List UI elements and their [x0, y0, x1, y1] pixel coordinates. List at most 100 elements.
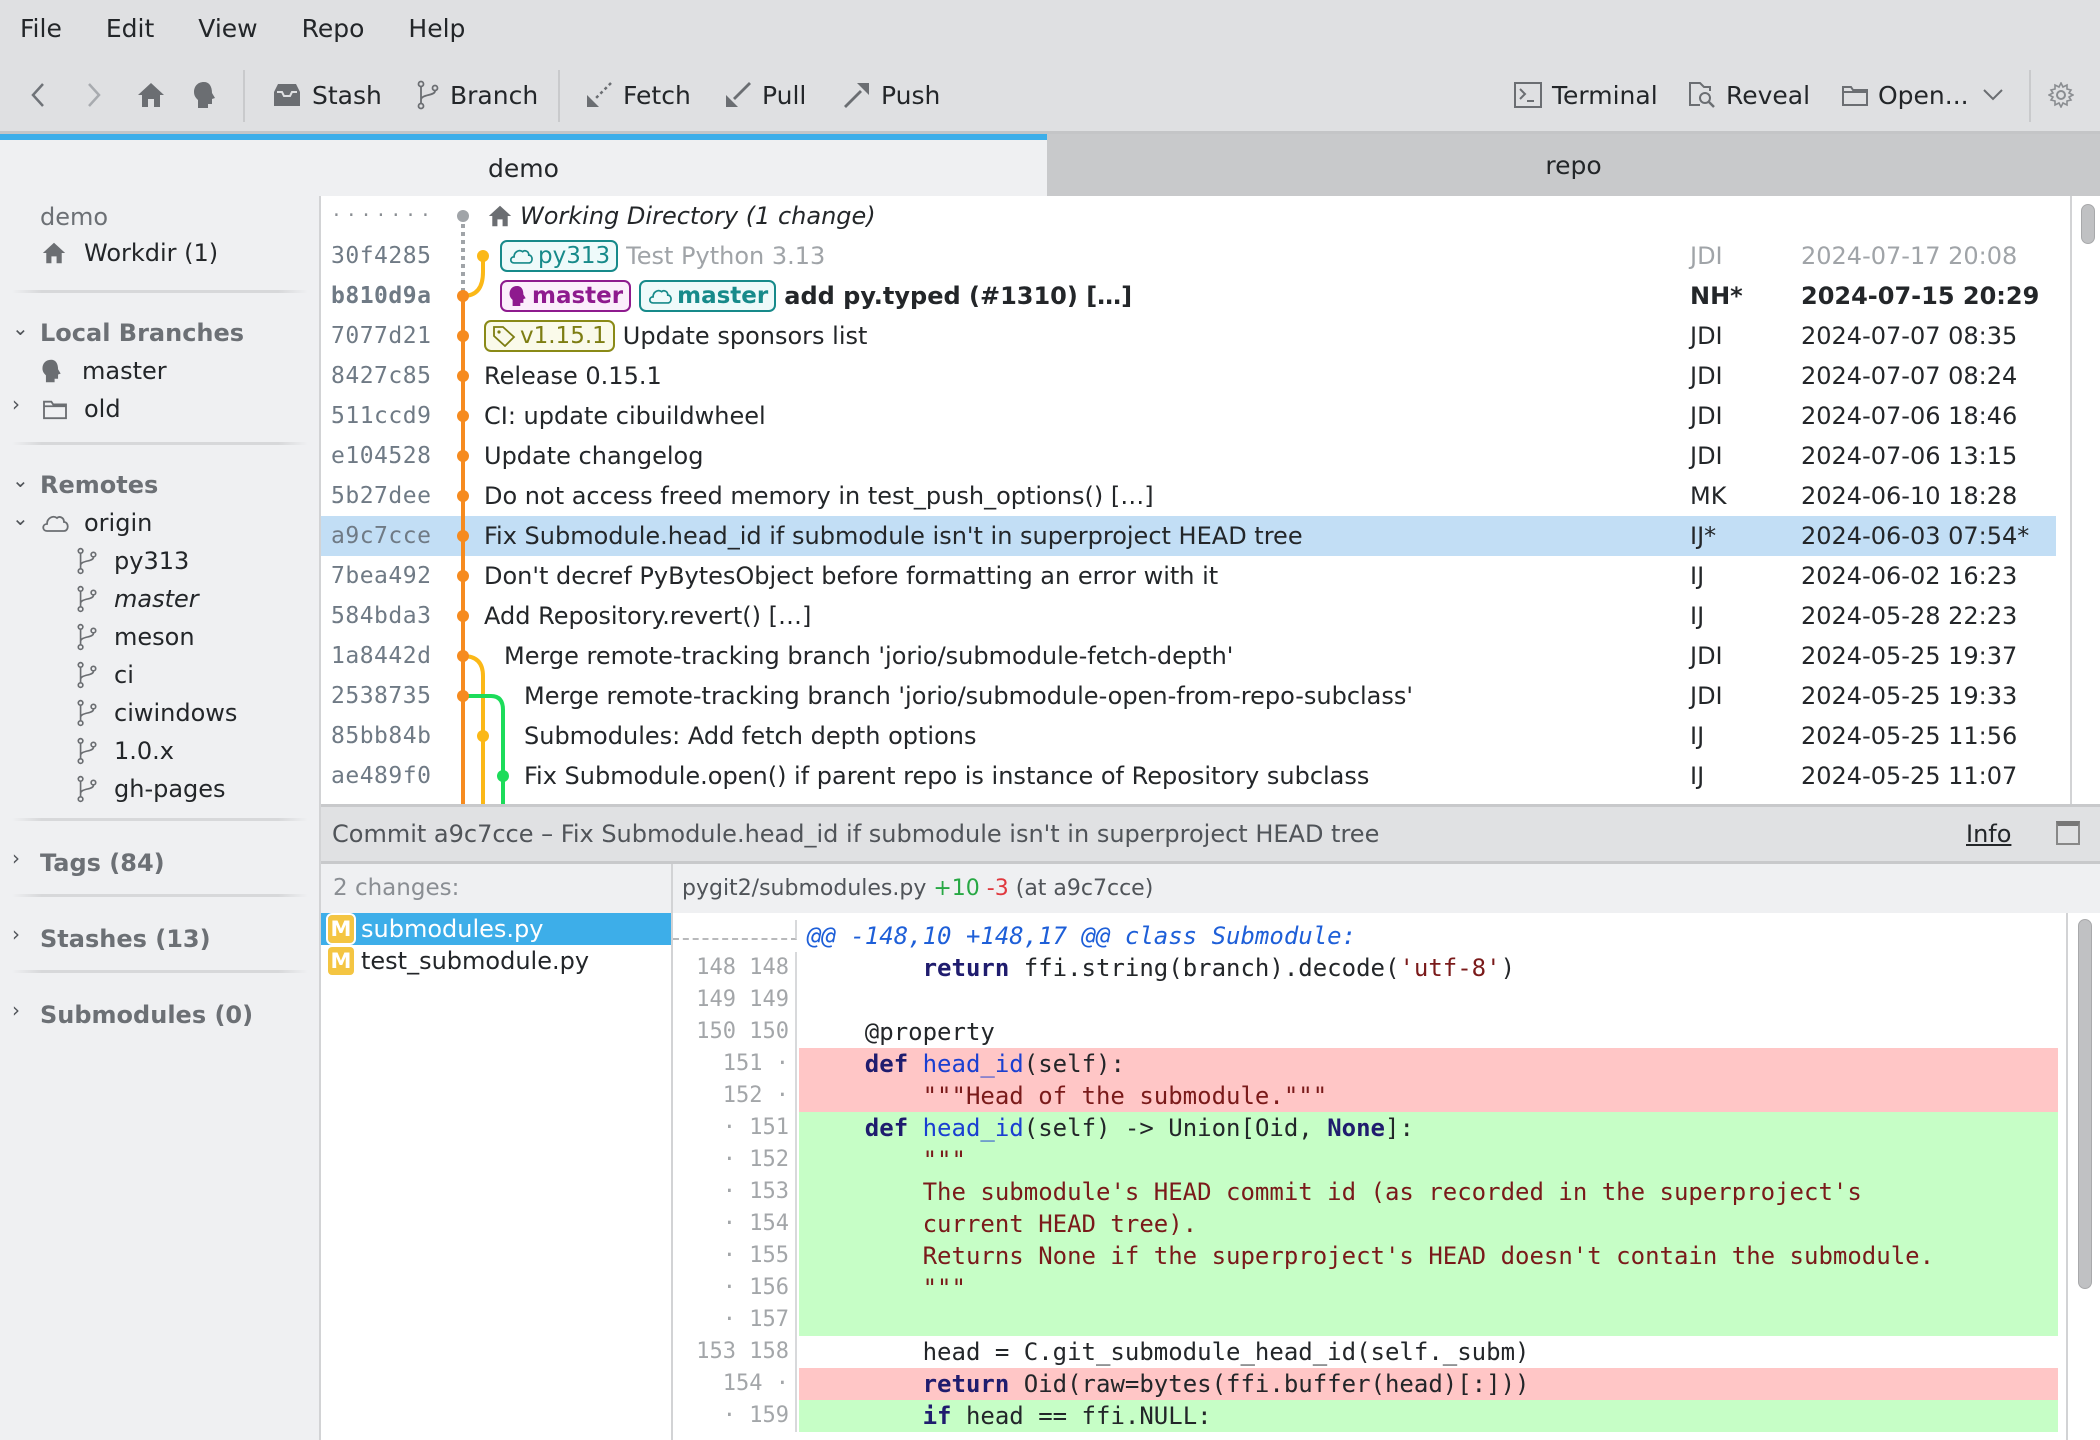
commit-row[interactable]: 7bea492 Don't decref PyBytesObject before…	[321, 556, 2056, 596]
back-button[interactable]	[28, 56, 58, 134]
changed-file-item[interactable]: Msubmodules.py	[321, 913, 671, 945]
chevron-right-icon[interactable]: ›	[12, 392, 20, 416]
commit-message: CI: update cibuildwheel	[484, 402, 766, 430]
menu-help[interactable]: Help	[408, 14, 465, 43]
maximize-icon[interactable]	[2056, 821, 2080, 845]
commit-row[interactable]: e104528 Update changelog JDI 2024-07-06 13:…	[321, 436, 2056, 476]
pull-button[interactable]: Pull	[724, 56, 806, 134]
working-directory-row[interactable]: ······· Working Directory (1 change)	[321, 196, 2056, 236]
sidebar-remote-branch[interactable]: master	[76, 580, 199, 618]
scrollbar-thumb[interactable]	[2081, 204, 2095, 244]
diff-path: pygit2/submodules.py	[682, 876, 927, 901]
graph-node	[457, 450, 469, 462]
commit-row[interactable]: 511ccd9 CI: update cibuildwheel JDI 2024-07…	[321, 396, 2056, 436]
line-numbers: · 156	[673, 1272, 797, 1304]
diff-scrollbar[interactable]	[2066, 913, 2100, 1440]
sidebar-remote-origin[interactable]: origin	[40, 504, 152, 542]
branch-label: Branch	[450, 80, 539, 110]
line-numbers: · 151	[673, 1112, 797, 1144]
diff-view[interactable]: @@ -148,10 +148,17 @@ class Submodule: 14…	[673, 913, 2100, 1440]
graph-node	[477, 730, 489, 742]
code-text: The submodule's HEAD commit id (as recor…	[799, 1176, 2058, 1208]
open-dropdown-button[interactable]	[1982, 56, 2014, 134]
graph-node	[497, 770, 509, 782]
sidebar-remote-branch[interactable]: gh-pages	[76, 770, 226, 808]
commit-author: NH*	[1690, 282, 1743, 310]
graph-node	[457, 530, 469, 542]
commit-row[interactable]: 30f4285 py313 Test Python 3.13 JDI 2024-07-1…	[321, 236, 2056, 276]
sidebar-folder-old[interactable]: old	[42, 390, 121, 428]
commit-row[interactable]: 8427c85 Release 0.15.1 JDI 2024-07-07 08:24	[321, 356, 2056, 396]
sidebar-remote-branch[interactable]: 1.0.x	[76, 732, 174, 770]
sidebar-item-workdir[interactable]: Workdir (1)	[40, 234, 218, 272]
tab-repo[interactable]: repo	[1047, 134, 2100, 196]
divider	[12, 970, 308, 973]
commit-list-scrollbar[interactable]	[2070, 196, 2100, 804]
commit-date: 2024-05-28 22:23	[1801, 602, 2018, 630]
graph-node	[477, 250, 489, 262]
section-local-branches[interactable]: Local Branches	[40, 314, 244, 352]
sidebar-remote-branch[interactable]: ciwindows	[76, 694, 237, 732]
diff-removed-line: 152 · """Head of the submodule."""	[673, 1080, 2058, 1112]
settings-button[interactable]	[2048, 56, 2084, 134]
reveal-button[interactable]: Reveal	[1688, 56, 1810, 134]
diff-context-line: 150 150 @property	[673, 1016, 2058, 1048]
menu-file[interactable]: File	[20, 14, 62, 43]
fetch-button[interactable]: Fetch	[585, 56, 691, 134]
commit-row[interactable]: ae489f0 Fix Submodule.open() if parent re…	[321, 756, 2056, 796]
commit-row[interactable]: 584bda3 Add Repository.revert() […] IJ 2024…	[321, 596, 2056, 636]
chevron-down-icon[interactable]: ⌄	[12, 506, 29, 530]
scrollbar-thumb[interactable]	[2078, 919, 2092, 1289]
section-remotes[interactable]: Remotes	[40, 466, 158, 504]
line-numbers	[673, 920, 797, 940]
commit-row[interactable]: 2538735 Merge remote-tracking branch 'jor…	[321, 676, 2056, 716]
branch-button[interactable]: Branch	[416, 56, 538, 134]
section-stashes[interactable]: Stashes (13)	[40, 920, 211, 958]
commit-list[interactable]: ······· Working Directory (1 change) 30f42…	[321, 196, 2100, 804]
terminal-button[interactable]: Terminal	[1514, 56, 1658, 134]
chevron-down-icon[interactable]: ⌄	[12, 316, 29, 340]
commit-row[interactable]: 1a8442d Merge remote-tracking branch 'jor…	[321, 636, 2056, 676]
info-link[interactable]: Info	[1966, 807, 2011, 861]
section-tags[interactable]: Tags (84)	[40, 844, 165, 882]
push-button[interactable]: Push	[843, 56, 940, 134]
chevron-right-icon[interactable]: ›	[12, 922, 20, 946]
changed-file-item[interactable]: Mtest_submodule.py	[321, 945, 671, 977]
sidebar: demo Workdir (1) ⌄ Local Branches master…	[0, 196, 321, 1440]
menu-repo[interactable]: Repo	[302, 14, 365, 43]
ref-badge-remote[interactable]: master	[639, 280, 777, 312]
toolbar-separator	[2029, 70, 2031, 122]
terminal-icon	[1514, 82, 1542, 108]
commit-row[interactable]: 5b27dee Do not access freed memory in tes…	[321, 476, 2056, 516]
home-button[interactable]	[136, 56, 176, 134]
commit-row[interactable]: 85bb84b Submodules: Add fetch depth optio…	[321, 716, 2056, 756]
commit-message-cell: Add Repository.revert() […]	[484, 596, 811, 636]
head-button[interactable]	[192, 56, 228, 134]
section-submodules[interactable]: Submodules (0)	[40, 996, 253, 1034]
ref-name: v1.15.1	[520, 323, 607, 349]
line-numbers: 152 ·	[673, 1080, 797, 1112]
menu-view[interactable]: View	[198, 14, 257, 43]
push-label: Push	[881, 80, 941, 110]
remote-label: origin	[84, 509, 153, 537]
commit-row[interactable]: 7077d21 v1.15.1 Update sponsors list JDI 202…	[321, 316, 2056, 356]
forward-button[interactable]	[84, 56, 114, 134]
chevron-right-icon[interactable]: ›	[12, 998, 20, 1022]
menu-edit[interactable]: Edit	[106, 14, 154, 43]
chevron-down-icon[interactable]: ⌄	[12, 468, 29, 492]
stash-button[interactable]: Stash	[272, 56, 382, 134]
code-text: def head_id(self) -> Union[Oid, None]:	[799, 1112, 2058, 1144]
code-text: @property	[807, 1018, 995, 1046]
sidebar-remote-branch[interactable]: py313	[76, 542, 189, 580]
sidebar-remote-branch[interactable]: ci	[76, 656, 134, 694]
commit-row[interactable]: a9c7cce Fix Submodule.head_id if submodul…	[321, 516, 2056, 556]
branch-icon	[77, 775, 97, 803]
home-icon	[42, 242, 66, 264]
commit-row[interactable]: b810d9a master master add py.typed (#1310) …	[321, 276, 2056, 316]
sidebar-branch-master[interactable]: master	[40, 352, 167, 390]
open-button[interactable]: Open...	[1842, 56, 1969, 134]
chevron-right-icon[interactable]: ›	[12, 846, 20, 870]
tab-demo[interactable]: demo	[0, 134, 1047, 196]
diff-header: pygit2/submodules.py +10 -3 (at a9c7cce)	[673, 864, 2100, 913]
sidebar-remote-branch[interactable]: meson	[76, 618, 195, 656]
